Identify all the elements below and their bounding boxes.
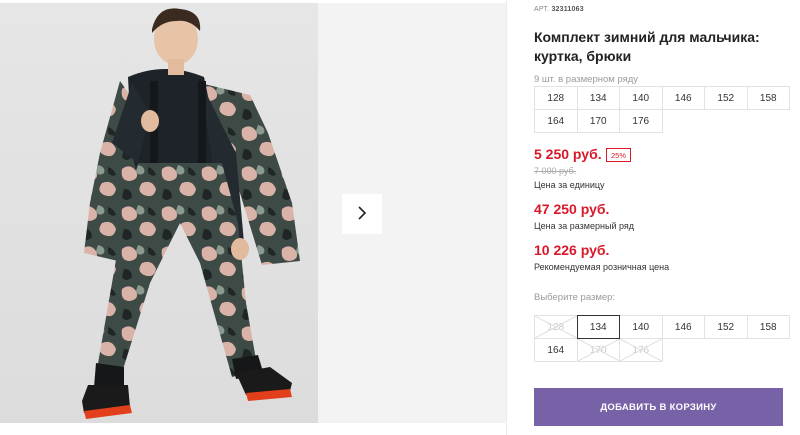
size-select-grid: 128 134 140 146 152 158 164 170176 bbox=[534, 315, 790, 362]
product-photo-illustration bbox=[82, 8, 300, 419]
size-option-152[interactable]: 152 bbox=[704, 315, 748, 339]
size-option-146[interactable]: 146 bbox=[661, 315, 705, 339]
unavailable-cross-icon bbox=[620, 339, 662, 361]
size-run-cell: 146 bbox=[661, 86, 705, 110]
size-run-cell: 134 bbox=[576, 86, 620, 110]
size-run-cell: 170 bbox=[576, 109, 620, 133]
size-option-134[interactable]: 134 bbox=[576, 315, 620, 339]
unavailable-cross-icon bbox=[535, 316, 577, 338]
size-option-140[interactable]: 140 bbox=[619, 315, 663, 339]
panel-divider bbox=[506, 0, 507, 435]
product-sku: АРТ. 32311063 bbox=[534, 6, 584, 13]
discount-badge: 25% bbox=[606, 148, 631, 162]
size-run-cell: 152 bbox=[704, 86, 748, 110]
size-run-cell: 140 bbox=[619, 86, 663, 110]
size-option-label: 158 bbox=[759, 321, 777, 333]
size-option-label: 140 bbox=[632, 321, 650, 333]
add-to-cart-button[interactable]: ДОБАВИТЬ В КОРЗИНУ bbox=[534, 388, 783, 426]
size-option-128: 128 bbox=[534, 315, 578, 339]
size-run-grid: 128 134 140 146 152 158 164 170 176 bbox=[534, 86, 790, 133]
size-run-price: 47 250 руб. bbox=[534, 201, 610, 217]
size-run-cell: 176 bbox=[619, 109, 663, 133]
chevron-right-icon bbox=[356, 205, 368, 224]
size-option-label: 146 bbox=[674, 321, 692, 333]
size-run-cell: 158 bbox=[746, 86, 790, 110]
size-option-label: 134 bbox=[589, 321, 607, 333]
retail-price: 10 226 руб. bbox=[534, 242, 610, 258]
size-option-label: 164 bbox=[547, 344, 565, 356]
product-photo[interactable] bbox=[0, 3, 318, 423]
size-option-176: 176 bbox=[619, 338, 663, 362]
size-option-label: 152 bbox=[717, 321, 735, 333]
size-select-label: Выберите размер: bbox=[534, 292, 616, 303]
size-run-cell: 128 bbox=[534, 86, 578, 110]
gallery-next-button[interactable] bbox=[342, 194, 382, 234]
sku-label: АРТ. bbox=[534, 6, 550, 13]
unit-price-caption: Цена за единицу bbox=[534, 180, 605, 190]
size-option-164[interactable]: 164 bbox=[534, 338, 578, 362]
size-run-hint: 9 шт. в размерном ряду bbox=[534, 74, 639, 85]
product-title: Комплект зимний для мальчика: куртка, бр… bbox=[534, 29, 760, 64]
size-run-price-caption: Цена за размерный ряд bbox=[534, 221, 635, 231]
size-option-158[interactable]: 158 bbox=[746, 315, 790, 339]
old-price: 7 000 руб. bbox=[534, 166, 577, 176]
unit-price: 5 250 руб. bbox=[534, 146, 602, 162]
sku-value: 32311063 bbox=[551, 6, 584, 13]
size-option-170: 170 bbox=[576, 338, 620, 362]
unavailable-cross-icon bbox=[578, 339, 620, 361]
size-run-cell: 164 bbox=[534, 109, 578, 133]
product-gallery bbox=[0, 0, 506, 435]
retail-price-caption: Рекомендуемая розничная цена bbox=[534, 262, 670, 272]
